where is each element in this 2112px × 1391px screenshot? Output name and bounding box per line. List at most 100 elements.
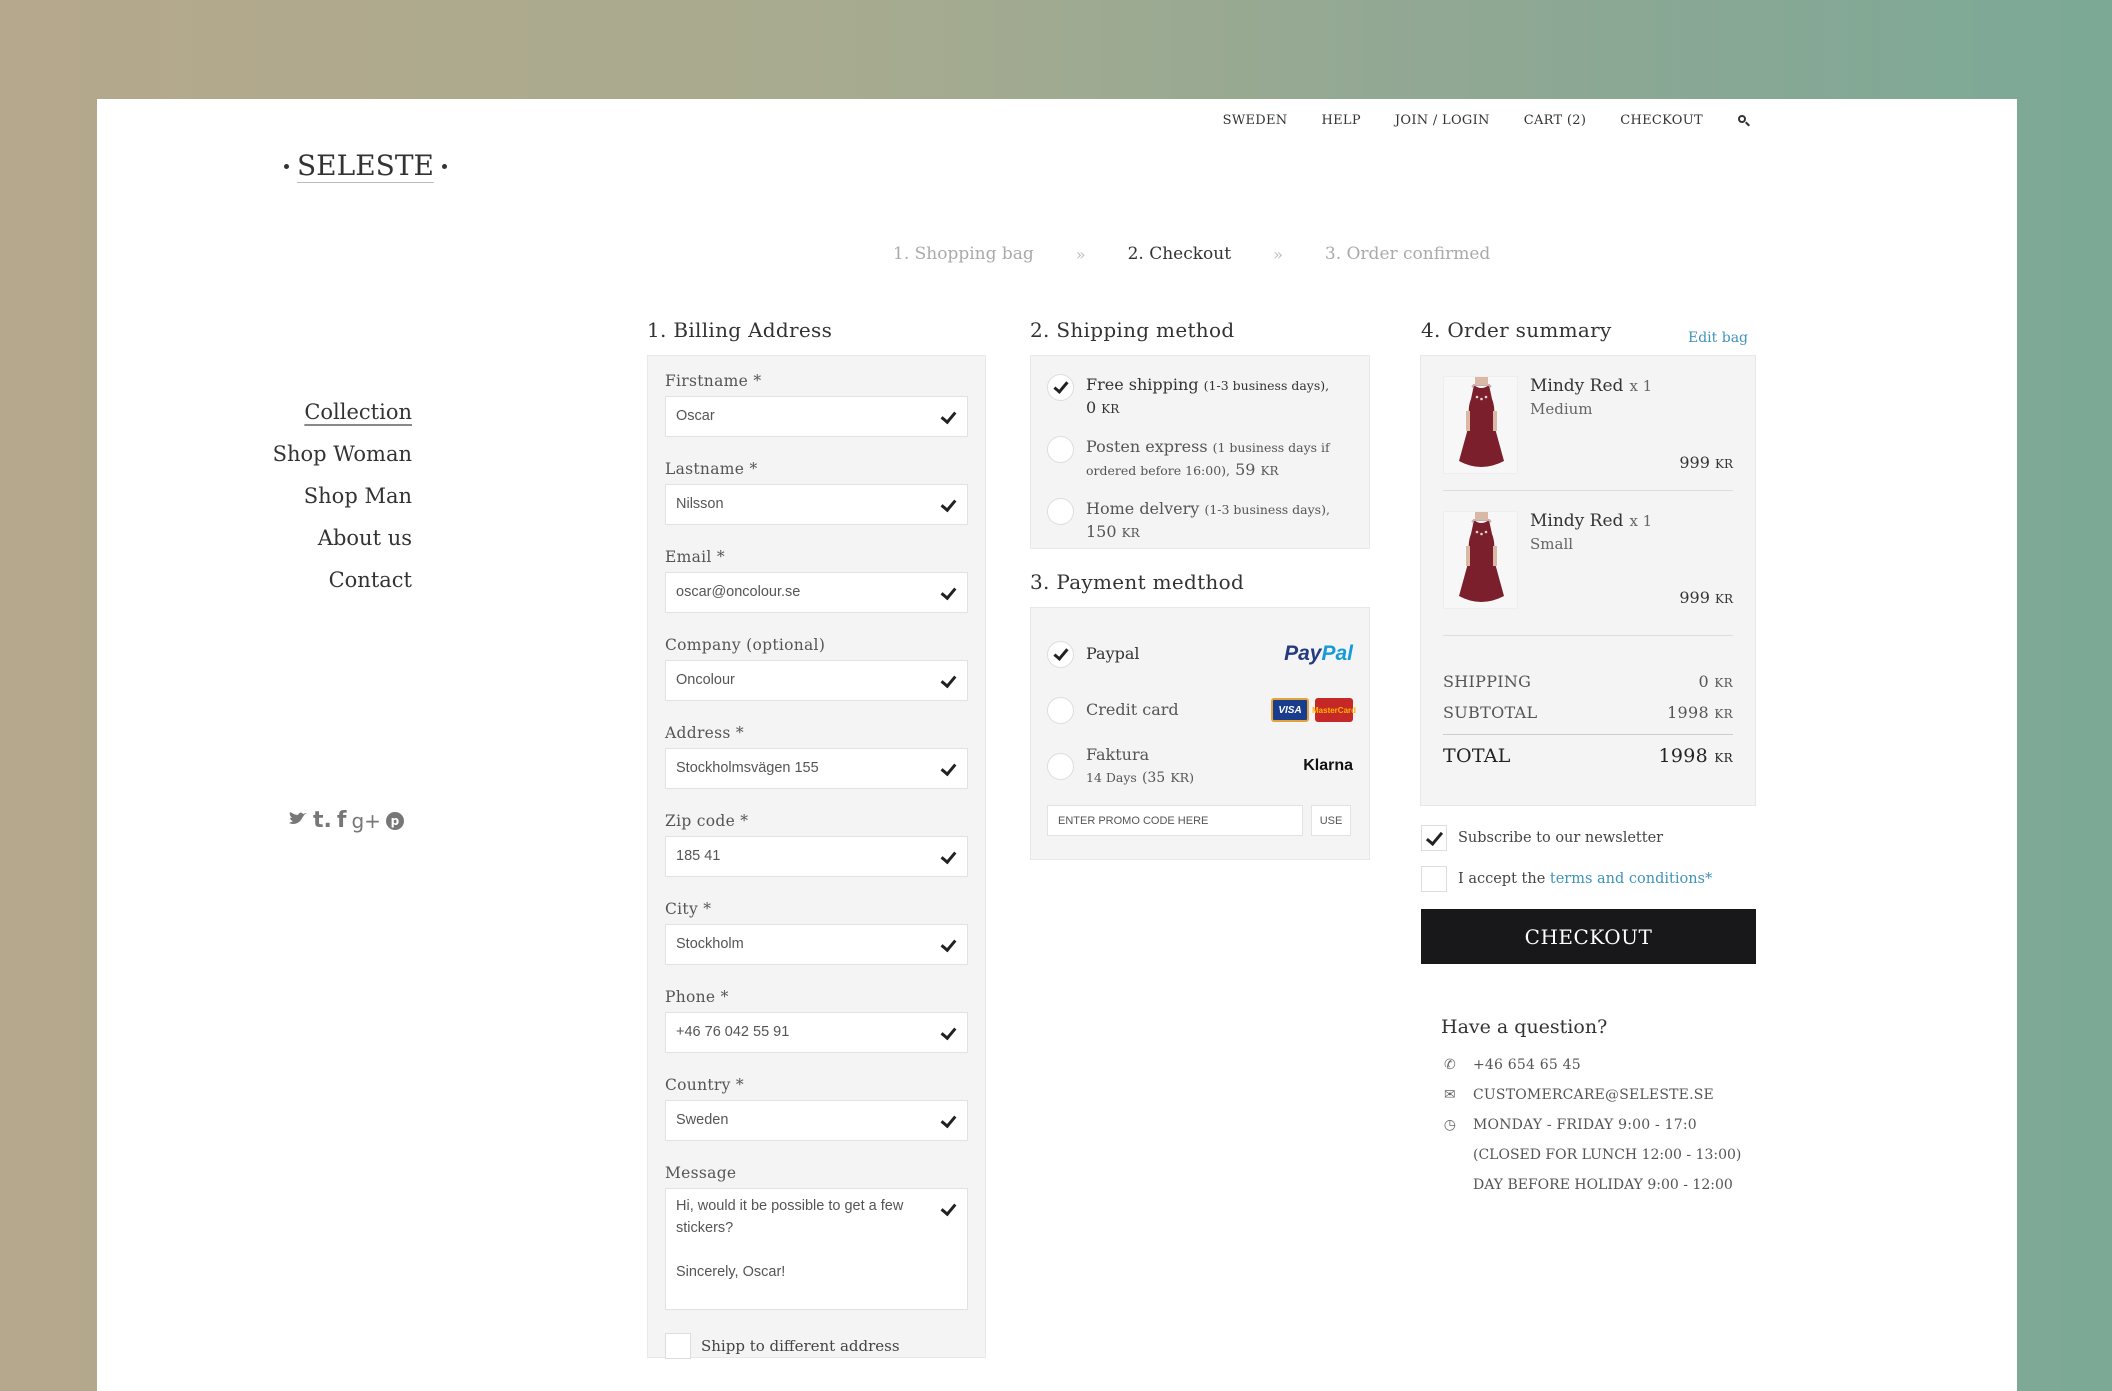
twitter-icon[interactable] — [288, 808, 308, 833]
step-checkout: 2. Checkout — [1127, 244, 1232, 264]
googleplus-icon[interactable]: g+ — [351, 809, 380, 833]
payment-radio-faktura[interactable] — [1047, 752, 1074, 780]
phone-icon: ✆ — [1444, 1057, 1456, 1073]
shipping-option-name: Free shipping — [1086, 375, 1199, 394]
item-price-currency: KR — [1715, 457, 1733, 471]
company-value: Oncolour — [676, 672, 735, 688]
question-email[interactable]: CUSTOMERCARE@SELESTE.SE — [1473, 1086, 1714, 1104]
payment-option-card[interactable]: Credit card VISA MasterCard — [1047, 682, 1356, 738]
promo-code-input[interactable]: ENTER PROMO CODE HERE — [1047, 805, 1303, 836]
tumblr-icon[interactable]: t. — [313, 808, 332, 833]
side-link-about-us[interactable]: About us — [273, 525, 412, 551]
terms-checkbox[interactable] — [1421, 866, 1447, 892]
logo[interactable]: SELESTE — [284, 150, 447, 183]
side-link-shop-man[interactable]: Shop Man — [273, 483, 412, 509]
search-icon[interactable] — [1737, 114, 1751, 128]
shipping-title: 2. Shipping method — [1030, 318, 1235, 342]
item-price-value: 999 — [1679, 588, 1710, 607]
mastercard-icon: MasterCard — [1312, 698, 1356, 722]
company-label: Company (optional) — [665, 636, 826, 654]
firstname-value: Oscar — [676, 408, 715, 424]
city-field[interactable]: Stockholm — [665, 924, 968, 965]
product-image[interactable] — [1443, 376, 1518, 474]
item-qty: x 1 — [1629, 512, 1653, 530]
payment-radio-card[interactable] — [1047, 696, 1074, 724]
billing-title: 1. Billing Address — [647, 318, 833, 342]
paypal-logo-icon: PayPal — [1284, 642, 1353, 666]
zip-field[interactable]: 185 41 — [665, 836, 968, 877]
shipping-option-name: Posten express — [1086, 437, 1208, 456]
terms-row: I accept the terms and conditions* — [1421, 866, 1712, 892]
side-link-contact[interactable]: Contact — [273, 567, 412, 593]
paypal-logo-pal: Pal — [1321, 642, 1353, 665]
side-link-collection[interactable]: Collection — [273, 399, 412, 425]
step-order-confirmed: 3. Order confirmed — [1324, 244, 1491, 264]
company-field[interactable]: Oncolour — [665, 660, 968, 701]
item-name-row: Mindy Red x 1 — [1530, 376, 1652, 396]
payment-option-faktura[interactable]: Faktura 14 Days (35 KR) Klarna — [1047, 738, 1353, 794]
email-row: ✉ CUSTOMERCARE@SELESTE.SE — [1441, 1086, 1741, 1104]
summary-panel: Mindy Red x 1 Medium 999 KR Mindy Red x 1 … — [1420, 355, 1756, 806]
shipping-option-currency: KR — [1121, 526, 1140, 540]
payment-option-paypal[interactable]: Paypal PayPal — [1047, 626, 1353, 682]
item-price: 999 KR — [1679, 453, 1733, 472]
phone-value: +46 76 042 55 91 — [676, 1024, 790, 1040]
pinterest-icon[interactable]: p — [385, 811, 404, 830]
shipping-radio-express[interactable] — [1047, 436, 1074, 463]
divider — [1443, 490, 1733, 491]
zip-value: 185 41 — [676, 848, 721, 864]
shipping-option-free[interactable]: Free shipping (1-3 business days), 0 KR — [1047, 374, 1353, 420]
payment-radio-paypal[interactable] — [1047, 640, 1074, 668]
shipping-radio-home[interactable] — [1047, 498, 1074, 525]
nav-join-login[interactable]: JOIN / LOGIN — [1395, 113, 1490, 128]
item-info: Mindy Red x 1 Medium — [1530, 376, 1652, 480]
address-value: Stockholmsvägen 155 — [676, 760, 819, 776]
subtotal-amount: 1998 KR — [1667, 703, 1733, 722]
shipping-option-currency: KR — [1101, 402, 1120, 416]
shipping-option-text: Home delvery (1-3 business days), 150 KR — [1086, 498, 1330, 544]
email-field[interactable]: oscar@oncolour.se — [665, 572, 968, 613]
clock-icon: ◷ — [1443, 1117, 1457, 1133]
payment-faktura-label: Faktura — [1086, 744, 1150, 764]
ship-different-label: Shipp to different address — [701, 1337, 900, 1355]
nav-sweden[interactable]: SWEDEN — [1223, 113, 1288, 128]
message-field[interactable]: Hi, would it be possible to get a few st… — [665, 1188, 968, 1310]
edit-bag-link[interactable]: Edit bag — [1688, 330, 1748, 346]
ship-different-checkbox[interactable] — [665, 1333, 691, 1359]
facebook-icon[interactable]: f — [337, 808, 347, 833]
item-info: Mindy Red x 1 Small — [1530, 511, 1652, 615]
shipping-radio-free[interactable] — [1047, 374, 1074, 401]
item-name: Mindy Red — [1530, 376, 1624, 396]
payment-faktura-detail: 14 Days — [1086, 769, 1137, 785]
shipping-option-home[interactable]: Home delvery (1-3 business days), 150 KR — [1047, 498, 1353, 544]
shipping-option-express[interactable]: Posten express (1 business days if order… — [1047, 436, 1353, 482]
step-separator-icon: » — [1075, 244, 1086, 264]
envelope-icon: ✉ — [1444, 1087, 1456, 1103]
address-field[interactable]: Stockholmsvägen 155 — [665, 748, 968, 789]
checkout-button[interactable]: CHECKOUT — [1421, 909, 1756, 964]
newsletter-row: Subscribe to our newsletter — [1421, 825, 1663, 851]
currency: KR — [1714, 751, 1733, 765]
promo-use-button[interactable]: USE — [1311, 805, 1351, 836]
country-label: Country * — [665, 1076, 744, 1094]
question-phone[interactable]: +46 654 65 45 — [1473, 1056, 1581, 1074]
visa-icon: VISA — [1271, 698, 1309, 722]
lastname-field[interactable]: Nilsson — [665, 484, 968, 525]
nav-help[interactable]: HELP — [1321, 113, 1360, 128]
check-icon — [941, 1113, 957, 1127]
country-field[interactable]: Sweden — [665, 1100, 968, 1141]
shipping-option-detail: (1-3 business days), — [1203, 378, 1330, 393]
phone-field[interactable]: +46 76 042 55 91 — [665, 1012, 968, 1053]
product-image[interactable] — [1443, 511, 1518, 609]
check-icon — [941, 497, 957, 511]
newsletter-checkbox[interactable] — [1421, 825, 1447, 851]
step-shopping-bag[interactable]: 1. Shopping bag — [893, 244, 1034, 264]
social-links: t. f g+ p — [288, 808, 404, 833]
payment-faktura-currency: KR) — [1170, 769, 1194, 785]
nav-checkout[interactable]: CHECKOUT — [1620, 113, 1703, 128]
terms-link[interactable]: terms and conditions — [1550, 871, 1705, 887]
nav-cart[interactable]: CART (2) — [1524, 113, 1587, 128]
side-link-shop-woman[interactable]: Shop Woman — [273, 441, 412, 467]
firstname-field[interactable]: Oscar — [665, 396, 968, 437]
check-icon — [941, 1025, 957, 1039]
